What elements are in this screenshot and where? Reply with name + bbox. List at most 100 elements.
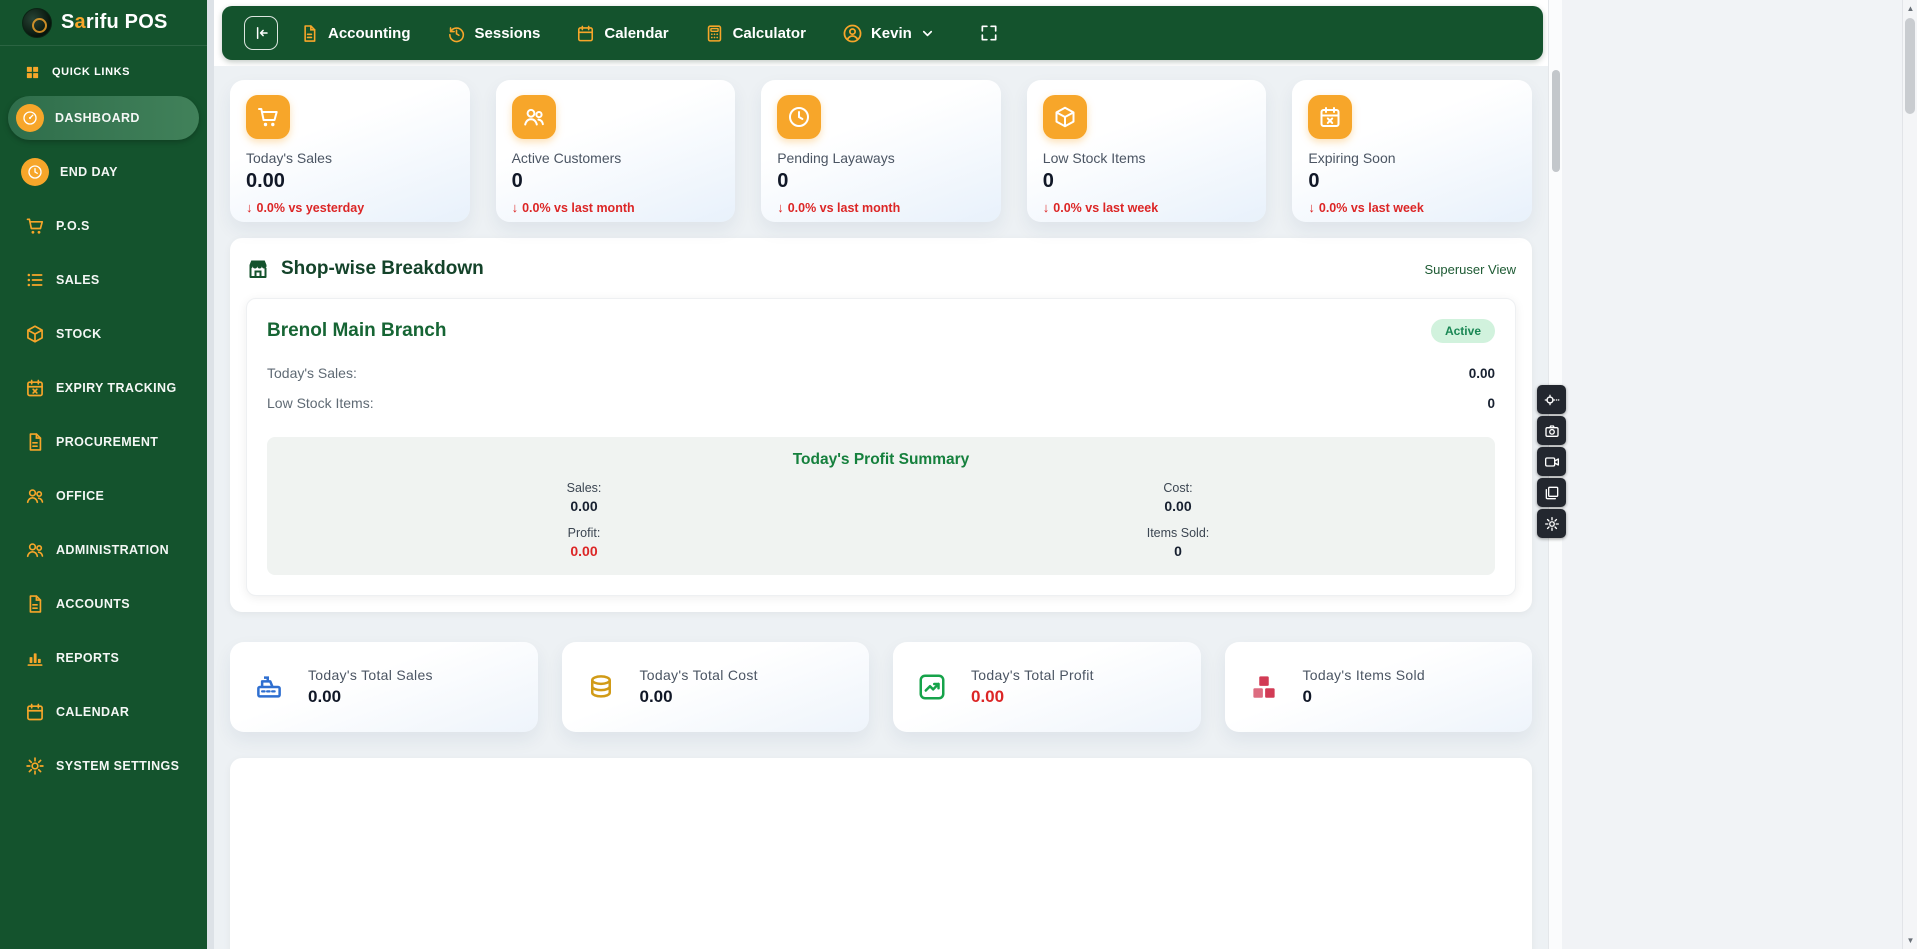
total-card-items-sold: Today's Items Sold 0 [1225,642,1533,732]
sidebar-nav: DASHBOARD END DAY P.O.S SALES STOCK EXPI… [0,96,207,949]
main-area: Accounting Sessions Calendar Calculator [214,0,1548,949]
quick-links-header: QUICK LINKS [0,60,207,84]
sidebar-item-system-settings[interactable]: SYSTEM SETTINGS [0,744,207,788]
settings-button[interactable] [1537,509,1566,538]
branch-card: Brenol Main Branch Active Today's Sales:… [246,298,1516,596]
fullscreen-icon [979,23,999,43]
windows-button[interactable] [1537,478,1566,507]
status-badge: Active [1431,319,1495,343]
sidebar-item-reports[interactable]: REPORTS [0,636,207,680]
sidebar-collapse-button[interactable] [244,16,278,50]
topbar-link-accounting[interactable]: Accounting [300,24,411,43]
sidebar: Sarifu POS QUICK LINKS DASHBOARD END DAY… [0,0,207,949]
scroll-up-arrow-icon[interactable]: ▲ [1903,1,1917,16]
file-icon [25,594,45,614]
sidebar-item-procurement[interactable]: PROCUREMENT [0,420,207,464]
stat-card-expiring-soon: Expiring Soon 0 ↓0.0% vs last week [1292,80,1532,222]
brand-logo-icon [22,8,52,38]
calculator-icon [705,24,724,43]
down-arrow-icon: ↓ [1043,200,1050,215]
capture-target-button[interactable] [1537,385,1566,414]
profit-summary-title: Today's Profit Summary [287,451,1475,469]
collapse-arrow-icon [252,24,270,42]
sidebar-item-office[interactable]: OFFICE [0,474,207,518]
file-icon [25,432,45,452]
users-icon [512,95,556,139]
sidebar-item-stock[interactable]: STOCK [0,312,207,356]
topbar-links: Accounting Sessions Calendar Calculator [300,24,806,43]
fullscreen-button[interactable] [979,23,999,43]
sidebar-scrollbar[interactable] [207,0,214,949]
layers-icon [1544,485,1560,501]
user-menu[interactable]: Kevin [842,23,935,44]
sidebar-item-administration[interactable]: ADMINISTRATION [0,528,207,572]
sidebar-item-pos[interactable]: P.O.S [0,204,207,248]
quick-links-label: QUICK LINKS [52,66,130,78]
dashboard-content: Today's Sales 0.00 ↓0.0% vs yesterday Ac… [214,66,1548,949]
topbar-link-sessions[interactable]: Sessions [447,24,541,43]
trend-chart-icon [915,670,949,704]
cubes-icon [1247,670,1281,704]
total-card-profit: Today's Total Profit 0.00 [893,642,1201,732]
profit-cell-cost: Cost: 0.00 [881,481,1475,514]
scrollbar-thumb[interactable] [1552,70,1560,172]
down-arrow-icon: ↓ [246,200,253,215]
history-icon [447,24,466,43]
calendar-icon [576,24,595,43]
sidebar-item-dashboard[interactable]: DASHBOARD [8,96,199,140]
brand: Sarifu POS [0,0,207,46]
branch-name: Brenol Main Branch [267,320,446,342]
page-scrollbar[interactable]: ▲ ▼ [1902,0,1917,949]
sidebar-item-expiry-tracking[interactable]: EXPIRY TRACKING [0,366,207,410]
total-card-sales: Today's Total Sales 0.00 [230,642,538,732]
screenshot-button[interactable] [1537,416,1566,445]
scroll-down-arrow-icon[interactable]: ▼ [1903,933,1917,948]
next-section-panel [230,758,1532,949]
coins-icon [584,670,618,704]
calendar-x-icon [1308,95,1352,139]
camera-icon [1544,423,1560,439]
video-camera-icon [1544,454,1560,470]
sidebar-item-accounts[interactable]: ACCOUNTS [0,582,207,626]
superuser-view-link[interactable]: Superuser View [1424,262,1516,277]
gear-icon [1544,516,1560,532]
app-root: Sarifu POS QUICK LINKS DASHBOARD END DAY… [0,0,1917,949]
profit-cell-sales: Sales: 0.00 [287,481,881,514]
user-circle-icon [842,23,863,44]
users-icon [25,540,45,560]
totals-card-row: Today's Total Sales 0.00 Today's Total C… [230,642,1532,732]
profit-cell-profit: Profit: 0.00 [287,526,881,559]
sidebar-item-calendar[interactable]: CALENDAR [0,690,207,734]
topbar: Accounting Sessions Calendar Calculator [222,6,1543,60]
shop-breakdown-panel: Shop-wise Breakdown Superuser View Breno… [230,238,1532,612]
topbar-link-calendar[interactable]: Calendar [576,24,668,43]
branch-row-todays-sales: Today's Sales: 0.00 [267,365,1495,381]
grid-icon [25,65,40,80]
sidebar-item-end-day[interactable]: END DAY [0,150,207,194]
sidebar-item-sales[interactable]: SALES [0,258,207,302]
profit-cell-items-sold: Items Sold: 0 [881,526,1475,559]
topbar-link-calculator[interactable]: Calculator [705,24,806,43]
stat-card-pending-layaways: Pending Layaways 0 ↓0.0% vs last month [761,80,1001,222]
topbar-wrap: Accounting Sessions Calendar Calculator [214,0,1548,66]
stat-card-todays-sales: Today's Sales 0.00 ↓0.0% vs yesterday [230,80,470,222]
box-icon [1043,95,1087,139]
brand-name: Sarifu POS [61,11,168,34]
down-arrow-icon: ↓ [1308,200,1315,215]
target-dots-icon [1544,392,1560,408]
screen-record-button[interactable] [1537,447,1566,476]
profit-summary-panel: Today's Profit Summary Sales: 0.00 Cost:… [267,437,1495,575]
bar-chart-icon [25,648,45,668]
extension-toolbar [1537,385,1566,538]
total-card-cost: Today's Total Cost 0.00 [562,642,870,732]
cash-register-icon [252,670,286,704]
chevron-down-icon [920,26,935,41]
stat-card-low-stock-items: Low Stock Items 0 ↓0.0% vs last week [1027,80,1267,222]
stat-card-active-customers: Active Customers 0 ↓0.0% vs last month [496,80,736,222]
gear-icon [25,756,45,776]
scrollbar-thumb[interactable] [1905,18,1915,114]
down-arrow-icon: ↓ [777,200,784,215]
calendar-x-icon [25,378,45,398]
gauge-icon [16,104,44,132]
store-icon [246,257,270,281]
